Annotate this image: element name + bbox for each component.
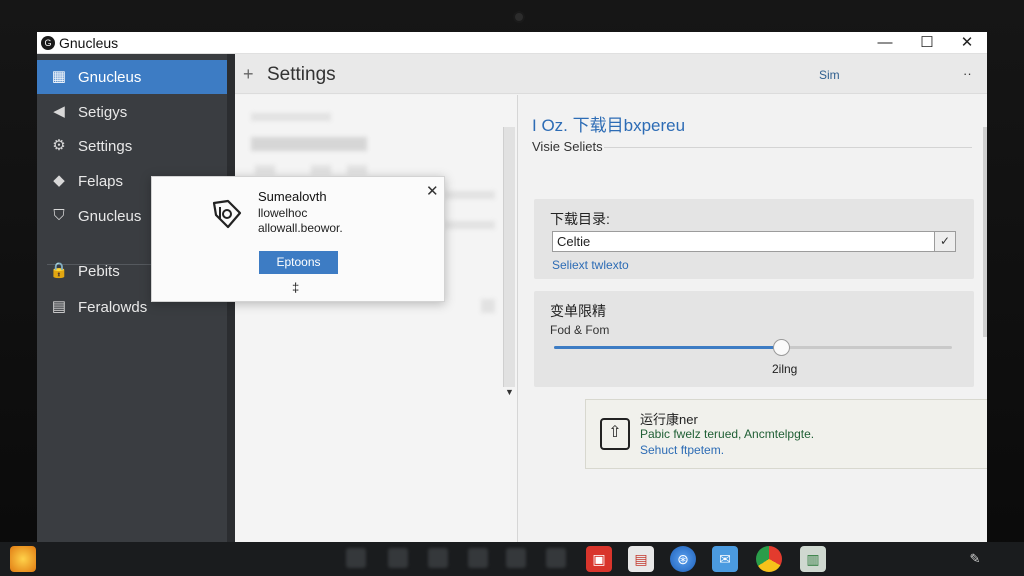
subheading: Visie Seliets	[532, 139, 603, 154]
sidebar-item-label: Felaps	[78, 173, 124, 190]
confirm-check-icon[interactable]: ✓	[934, 231, 956, 252]
select-directory-link[interactable]: Seliext twlexto	[552, 258, 629, 272]
sidebar-item-label: Feralowds	[78, 299, 148, 316]
trash-app-icon[interactable]: ▥	[800, 546, 826, 572]
page-title: Settings	[267, 64, 336, 85]
blurred-text	[445, 191, 495, 199]
speed-limit-card: 变单限精 Fod & Fom 2ilng	[534, 291, 974, 387]
close-button[interactable]: ✕	[947, 32, 987, 54]
sidebar-item-label: Pebits	[78, 263, 120, 280]
taskbar-app-icon[interactable]	[388, 548, 408, 568]
tag-settings-icon	[212, 199, 242, 229]
run-info-title: 运行康ner	[640, 412, 698, 427]
settings-pane: I Oz. 下载目bxpereu Visie Seliets 下载目录: Cel…	[518, 95, 987, 542]
taskbar-app-icon[interactable]	[506, 548, 526, 568]
page-header: + Settings Sim ··	[235, 54, 987, 94]
speed-limit-subtitle: Fod & Fom	[550, 323, 610, 337]
blurred-text	[251, 137, 367, 151]
speed-slider-thumb[interactable]	[772, 339, 790, 356]
upload-box-icon: ⇧	[600, 418, 630, 450]
dialog-options-button[interactable]: Eptoons	[259, 251, 338, 274]
taskbar-app-icon[interactable]	[468, 548, 488, 568]
window-title: Gnucleus	[59, 35, 119, 51]
taskbar: ▣ ▤ ⊛ ✉ ▥ ✎	[0, 542, 1024, 576]
document-icon: ▤	[51, 298, 67, 315]
taskbar-app-icon[interactable]	[428, 548, 448, 568]
dialog-title: Sumealovth	[258, 189, 327, 204]
run-info-description: Pabic fwelz terued, Ancmtelpgte.	[640, 427, 815, 441]
lock-icon: 🔒	[49, 262, 69, 279]
speed-slider-value: 2ilng	[772, 362, 798, 376]
pdf-app-icon[interactable]: ▣	[586, 546, 612, 572]
blurred-icon	[481, 299, 495, 313]
speaker-icon: ◀	[53, 103, 65, 120]
settings-scrollbar[interactable]	[983, 127, 987, 337]
chrome-app-icon[interactable]	[756, 546, 782, 572]
pin-icon[interactable]: ‡	[292, 280, 299, 295]
blurred-icon	[255, 165, 275, 175]
app-logo-icon: G	[41, 36, 55, 50]
download-directory-card: 下载目录: Celtie ✓ Seliext twlexto	[534, 199, 974, 279]
title-bar: G Gnucleus — ☐ ✕	[37, 32, 987, 54]
download-directory-label: 下载目录:	[550, 211, 610, 227]
add-button[interactable]: +	[243, 64, 254, 85]
sliders-icon: ⚙	[52, 137, 66, 154]
maximize-button[interactable]: ☐	[907, 32, 947, 54]
more-options-button[interactable]: ··	[963, 66, 972, 81]
download-directory-input[interactable]: Celtie	[552, 231, 935, 252]
blurred-icon	[347, 165, 367, 175]
grid-icon: ▦	[51, 68, 67, 85]
webcam-icon	[513, 11, 525, 23]
sidebar-item-settings[interactable]: ⚙ Settings	[37, 129, 227, 163]
start-button-icon[interactable]	[10, 546, 36, 572]
notes-app-icon[interactable]: ▤	[628, 546, 654, 572]
speed-slider-track[interactable]	[554, 346, 952, 349]
browser-app-icon[interactable]: ⊛	[670, 546, 696, 572]
mail-app-icon[interactable]: ✉	[712, 546, 738, 572]
minimize-button[interactable]: —	[865, 32, 905, 54]
sidebar-item-setigys[interactable]: ◀ Setigys	[37, 95, 227, 129]
left-pane: ▼	[235, 95, 517, 542]
popup-dialog: Sumealovth llowelhoc allowall.beowor. ✕ …	[151, 176, 445, 302]
header-sim-link[interactable]: Sim	[819, 68, 840, 82]
left-pane-scrollbar[interactable]	[503, 127, 515, 387]
speed-slider-fill	[554, 346, 781, 349]
taskbar-app-icon[interactable]	[546, 548, 566, 568]
section-heading: I Oz. 下载目bxpereu	[532, 116, 686, 135]
subheading-divider	[604, 147, 972, 148]
dialog-close-icon[interactable]: ✕	[426, 182, 439, 200]
sidebar-item-label: Setigys	[78, 104, 128, 121]
speed-limit-title: 变单限精	[550, 303, 606, 319]
sidebar-item-label: Settings	[78, 138, 133, 155]
sidebar-item-label: Gnucleus	[78, 208, 142, 225]
dialog-text: llowelhoc	[258, 206, 308, 220]
shield-icon: ⛉	[53, 207, 65, 224]
blurred-text	[251, 113, 331, 121]
run-info-link[interactable]: Sehuct ftpetem.	[640, 443, 724, 457]
sidebar-item-label: Gnucleus	[78, 69, 142, 86]
blurred-icon	[311, 165, 331, 175]
sidebar-item-gnucleus[interactable]: ▦ Gnucleus	[37, 60, 227, 94]
blurred-text	[445, 221, 495, 229]
notification-icon[interactable]: ✎	[962, 546, 988, 572]
run-info-card: ⇧ 运行康ner Pabic fwelz terued, Ancmtelpgte…	[585, 399, 987, 469]
dialog-text: allowall.beowor.	[258, 221, 343, 235]
tag-icon: ◆	[53, 172, 65, 189]
taskbar-app-icon[interactable]	[346, 548, 366, 568]
scroll-down-arrow-icon[interactable]: ▼	[505, 387, 514, 397]
